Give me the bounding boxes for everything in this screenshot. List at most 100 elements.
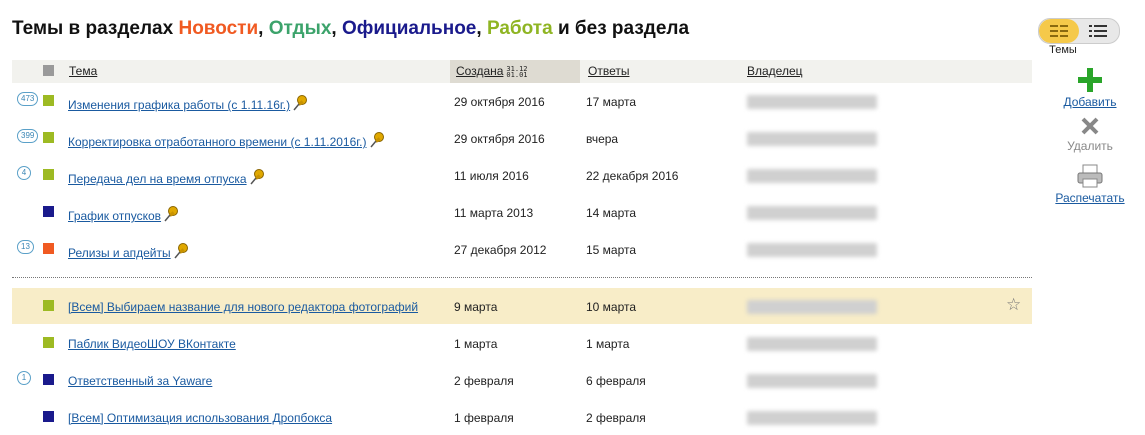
last-reply-date: 14 марта	[586, 206, 637, 220]
section-news[interactable]: Новости	[178, 18, 258, 39]
delete-button[interactable]: Удалить	[1040, 116, 1140, 153]
title-suffix: и без раздела	[552, 18, 690, 39]
view-toggle[interactable]	[1038, 18, 1120, 44]
x-icon	[1081, 117, 1099, 135]
owner-name-blurred[interactable]	[747, 169, 877, 183]
section-marker	[43, 243, 54, 254]
table-row[interactable]: График отпусков 11 марта 2013 14 марта	[12, 194, 1032, 230]
title-sep: ,	[258, 18, 269, 39]
topic-link[interactable]: Корректировка отработанного времени (с 1…	[68, 132, 384, 149]
table-row[interactable]: [Всем] Оптимизация использования Дропбок…	[12, 399, 1032, 435]
comment-count-icon[interactable]: 399	[17, 129, 39, 143]
topic-title: [Всем] Оптимизация использования Дропбок…	[68, 411, 333, 425]
created-date: 27 декабря 2012	[454, 243, 547, 257]
star-icon[interactable]: ☆	[1006, 295, 1021, 315]
created-date: 29 октября 2016	[454, 132, 545, 146]
column-replies[interactable]: Ответы	[588, 64, 629, 78]
topic-link[interactable]: [Всем] Выбираем название для нового реда…	[68, 300, 418, 314]
list-view-icon	[1050, 25, 1068, 37]
topic-link[interactable]: Паблик ВидеоШОУ ВКонтакте	[68, 337, 236, 351]
plus-icon	[1078, 68, 1102, 92]
section-marker	[43, 206, 54, 217]
delete-label: Удалить	[1067, 139, 1113, 153]
pushpin-icon	[164, 206, 179, 222]
section-marker	[43, 411, 54, 422]
sort-desc-icon: 31.12 01.01	[506, 64, 528, 79]
topic-link[interactable]: График отпусков	[68, 206, 179, 223]
owner-name-blurred[interactable]	[747, 300, 877, 314]
topic-link[interactable]: Релизы и апдейты	[68, 243, 188, 260]
column-owner[interactable]: Владелец	[747, 64, 803, 78]
pushpin-icon	[369, 132, 384, 148]
created-date: 29 октября 2016	[454, 95, 545, 109]
topic-title: Передача дел на время отпуска	[68, 172, 247, 186]
owner-name-blurred[interactable]	[747, 337, 877, 351]
section-marker	[43, 132, 54, 143]
printer-icon	[1077, 164, 1103, 188]
add-button[interactable]: Добавить	[1040, 68, 1140, 109]
table-row[interactable]: Паблик ВидеоШОУ ВКонтакте 1 марта 1 марта	[12, 325, 1032, 361]
owner-name-blurred[interactable]	[747, 374, 877, 388]
created-date: 2 февраля	[454, 374, 514, 388]
pushpin-icon	[174, 243, 188, 259]
last-reply-date: 10 марта	[586, 300, 637, 314]
pushpin-icon	[293, 95, 308, 111]
owner-name-blurred[interactable]	[747, 132, 877, 146]
last-reply-date: вчера	[586, 132, 619, 146]
topic-title: Корректировка отработанного времени (с 1…	[68, 135, 367, 149]
column-created[interactable]: Создана 31.12 01.01	[456, 64, 528, 78]
created-date: 11 июля 2016	[454, 169, 529, 183]
pushpin-icon	[250, 169, 264, 185]
print-label: Распечатать	[1055, 191, 1125, 205]
section-filter-icon[interactable]	[43, 65, 54, 76]
owner-name-blurred[interactable]	[747, 411, 877, 425]
topic-link[interactable]: Ответственный за Yaware	[68, 374, 212, 388]
section-rest[interactable]: Отдых	[269, 18, 332, 39]
created-date: 1 марта	[454, 337, 498, 351]
comment-count-icon[interactable]: 1	[17, 371, 31, 385]
section-marker	[43, 300, 54, 311]
owner-name-blurred[interactable]	[747, 206, 877, 220]
table-header: Тема Создана 31.12 01.01 Ответы Владелец	[12, 60, 1032, 83]
table-row[interactable]: 13 Релизы и апдейты 27 декабря 2012 15 март…	[12, 231, 1032, 267]
topic-link[interactable]: Изменения графика работы (с 1.11.16г.)	[68, 95, 308, 112]
owner-name-blurred[interactable]	[747, 243, 877, 257]
comment-count-icon[interactable]: 4	[17, 166, 31, 180]
topic-link[interactable]: [Всем] Оптимизация использования Дропбок…	[68, 411, 332, 425]
comment-count-icon[interactable]: 473	[17, 92, 39, 106]
last-reply-date: 6 февраля	[586, 374, 646, 388]
pinned-separator	[12, 277, 1032, 278]
compact-view-icon[interactable]	[1089, 25, 1107, 37]
section-marker	[43, 95, 54, 106]
column-created-label: Создана	[456, 64, 504, 78]
last-reply-date: 17 марта	[586, 95, 637, 109]
view-label: Темы	[1049, 44, 1077, 56]
section-marker	[43, 169, 54, 180]
created-date: 1 февраля	[454, 411, 514, 425]
section-work[interactable]: Работа	[487, 18, 553, 39]
table-row[interactable]: [Всем] Выбираем название для нового реда…	[12, 288, 1032, 324]
table-row[interactable]: 399 Корректировка отработанного времени (…	[12, 120, 1032, 156]
comment-count-icon[interactable]: 13	[17, 240, 34, 254]
section-marker	[43, 337, 54, 348]
owner-name-blurred[interactable]	[747, 95, 877, 109]
topic-title: Паблик ВидеоШОУ ВКонтакте	[68, 337, 236, 351]
topic-link[interactable]: Передача дел на время отпуска	[68, 169, 264, 186]
title-sep: ,	[331, 18, 342, 39]
topic-title: Изменения графика работы (с 1.11.16г.)	[68, 98, 291, 112]
table-row[interactable]: 4 Передача дел на время отпуска 11 июля 20…	[12, 157, 1032, 193]
column-topic[interactable]: Тема	[69, 64, 97, 78]
topic-title: Релизы и апдейты	[68, 246, 171, 260]
table-row[interactable]: 473 Изменения графика работы (с 1.11.16г.…	[12, 83, 1032, 119]
last-reply-date: 2 февраля	[586, 411, 646, 425]
section-official[interactable]: Официальное	[342, 18, 476, 39]
section-marker	[43, 374, 54, 385]
topic-title: График отпусков	[68, 209, 162, 223]
title-prefix: Темы в разделах	[12, 18, 179, 39]
topic-title: Ответственный за Yaware	[68, 374, 213, 388]
add-label: Добавить	[1063, 95, 1117, 109]
print-button[interactable]: Распечатать	[1040, 164, 1140, 205]
table-row[interactable]: 1 Ответственный за Yaware 2 февраля 6 февра…	[12, 362, 1032, 398]
created-date: 9 марта	[454, 300, 498, 314]
last-reply-date: 22 декабря 2016	[586, 169, 679, 183]
